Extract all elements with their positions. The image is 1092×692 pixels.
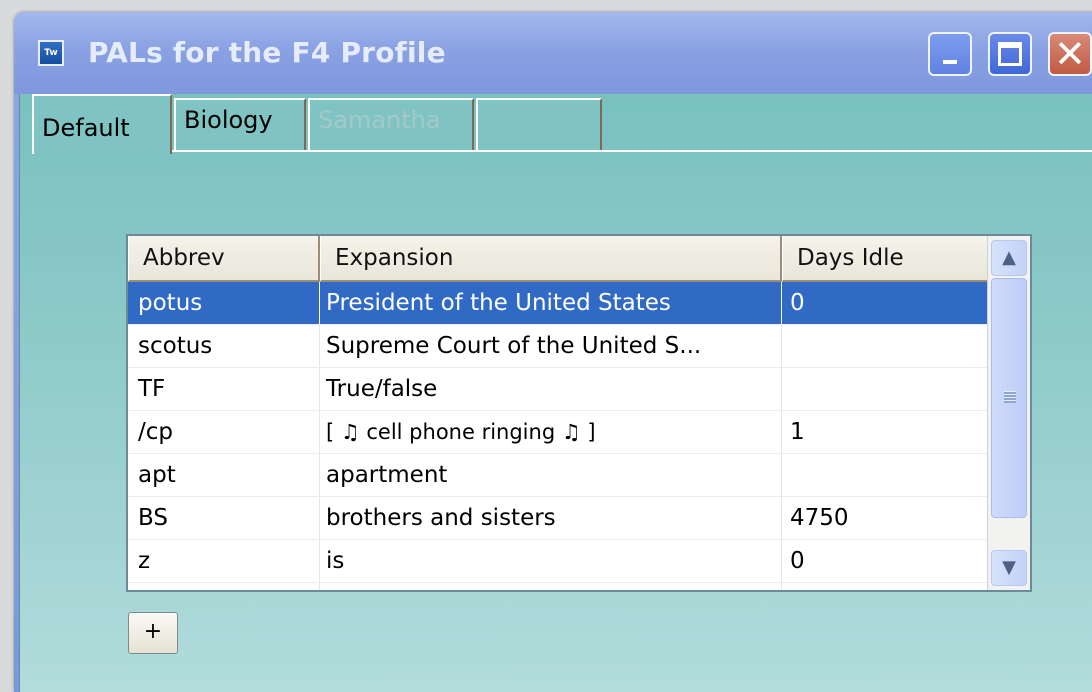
cell-days-idle: 4750 <box>782 497 992 539</box>
cell-days-idle <box>782 368 992 410</box>
add-pal-button[interactable]: + <box>128 612 178 654</box>
app-window: Tw PALs for the F4 Profile ✕ Default Bio… <box>14 12 1092 692</box>
table-row[interactable]: RATT Abide <box>128 583 992 590</box>
cell-days-idle <box>782 583 992 590</box>
title-bar[interactable]: Tw PALs for the F4 Profile ✕ <box>14 12 1092 94</box>
cell-abbrev: potus <box>128 282 320 324</box>
column-header-abbrev[interactable]: Abbrev <box>128 236 320 282</box>
client-area: Default Biology Samantha Abbrev Expansio… <box>19 94 1092 692</box>
chevron-down-icon: ▼ <box>1002 557 1016 578</box>
tab-biology[interactable]: Biology <box>174 98 306 150</box>
maximize-button[interactable] <box>988 32 1032 76</box>
cell-abbrev: RATT <box>128 583 320 590</box>
cell-days-idle: 0 <box>782 540 992 582</box>
cell-abbrev: z <box>128 540 320 582</box>
close-icon: ✕ <box>1054 32 1086 76</box>
grip-icon <box>1004 391 1016 403</box>
table-row[interactable]: z is 0 <box>128 540 992 583</box>
table-row[interactable]: /cp [ ♫ cell phone ringing ♫ ] 1 <box>128 411 992 454</box>
cell-expansion: True/false <box>320 368 782 410</box>
cell-expansion: Abide <box>320 583 782 590</box>
scroll-down-button[interactable]: ▼ <box>991 550 1027 586</box>
close-button[interactable]: ✕ <box>1048 32 1092 76</box>
tab-empty[interactable] <box>476 98 602 150</box>
cell-abbrev: BS <box>128 497 320 539</box>
cell-days-idle <box>782 454 992 496</box>
cell-expansion: President of the United States <box>320 282 782 324</box>
column-header-days-idle[interactable]: Days Idle <box>782 236 992 282</box>
table-row[interactable]: apt apartment <box>128 454 992 497</box>
grid-rows: potus President of the United States 0 s… <box>128 282 992 590</box>
minimize-button[interactable] <box>928 32 972 76</box>
cell-expansion: is <box>320 540 782 582</box>
table-row[interactable]: potus President of the United States 0 <box>128 282 992 325</box>
minimize-icon <box>943 60 957 64</box>
cell-expansion: apartment <box>320 454 782 496</box>
cell-expansion: Supreme Court of the United S... <box>320 325 782 367</box>
table-row[interactable]: TF True/false <box>128 368 992 411</box>
maximize-icon <box>998 42 1022 66</box>
cell-abbrev: scotus <box>128 325 320 367</box>
table-row[interactable]: scotus Supreme Court of the United S... <box>128 325 992 368</box>
grid-header: Abbrev Expansion Days Idle <box>128 236 992 282</box>
pal-grid[interactable]: Abbrev Expansion Days Idle potus Preside… <box>126 234 1032 592</box>
cell-abbrev: TF <box>128 368 320 410</box>
column-header-expansion[interactable]: Expansion <box>320 236 782 282</box>
window-title: PALs for the F4 Profile <box>88 36 446 69</box>
scroll-thumb[interactable] <box>991 278 1027 518</box>
tab-default[interactable]: Default <box>32 94 172 154</box>
chevron-up-icon: ▲ <box>1002 247 1016 268</box>
cell-expansion: brothers and sisters <box>320 497 782 539</box>
cell-expansion: [ ♫ cell phone ringing ♫ ] <box>320 411 782 453</box>
table-row[interactable]: BS brothers and sisters 4750 <box>128 497 992 540</box>
cell-days-idle <box>782 325 992 367</box>
cell-abbrev: /cp <box>128 411 320 453</box>
app-icon: Tw <box>38 40 64 66</box>
tab-samantha: Samantha <box>308 98 474 150</box>
tab-strip: Default Biology Samantha <box>32 94 1092 156</box>
cell-abbrev: apt <box>128 454 320 496</box>
cell-days-idle: 1 <box>782 411 992 453</box>
vertical-scrollbar[interactable]: ▲ ▼ <box>987 236 1030 590</box>
cell-days-idle: 0 <box>782 282 992 324</box>
scroll-up-button[interactable]: ▲ <box>991 240 1027 276</box>
